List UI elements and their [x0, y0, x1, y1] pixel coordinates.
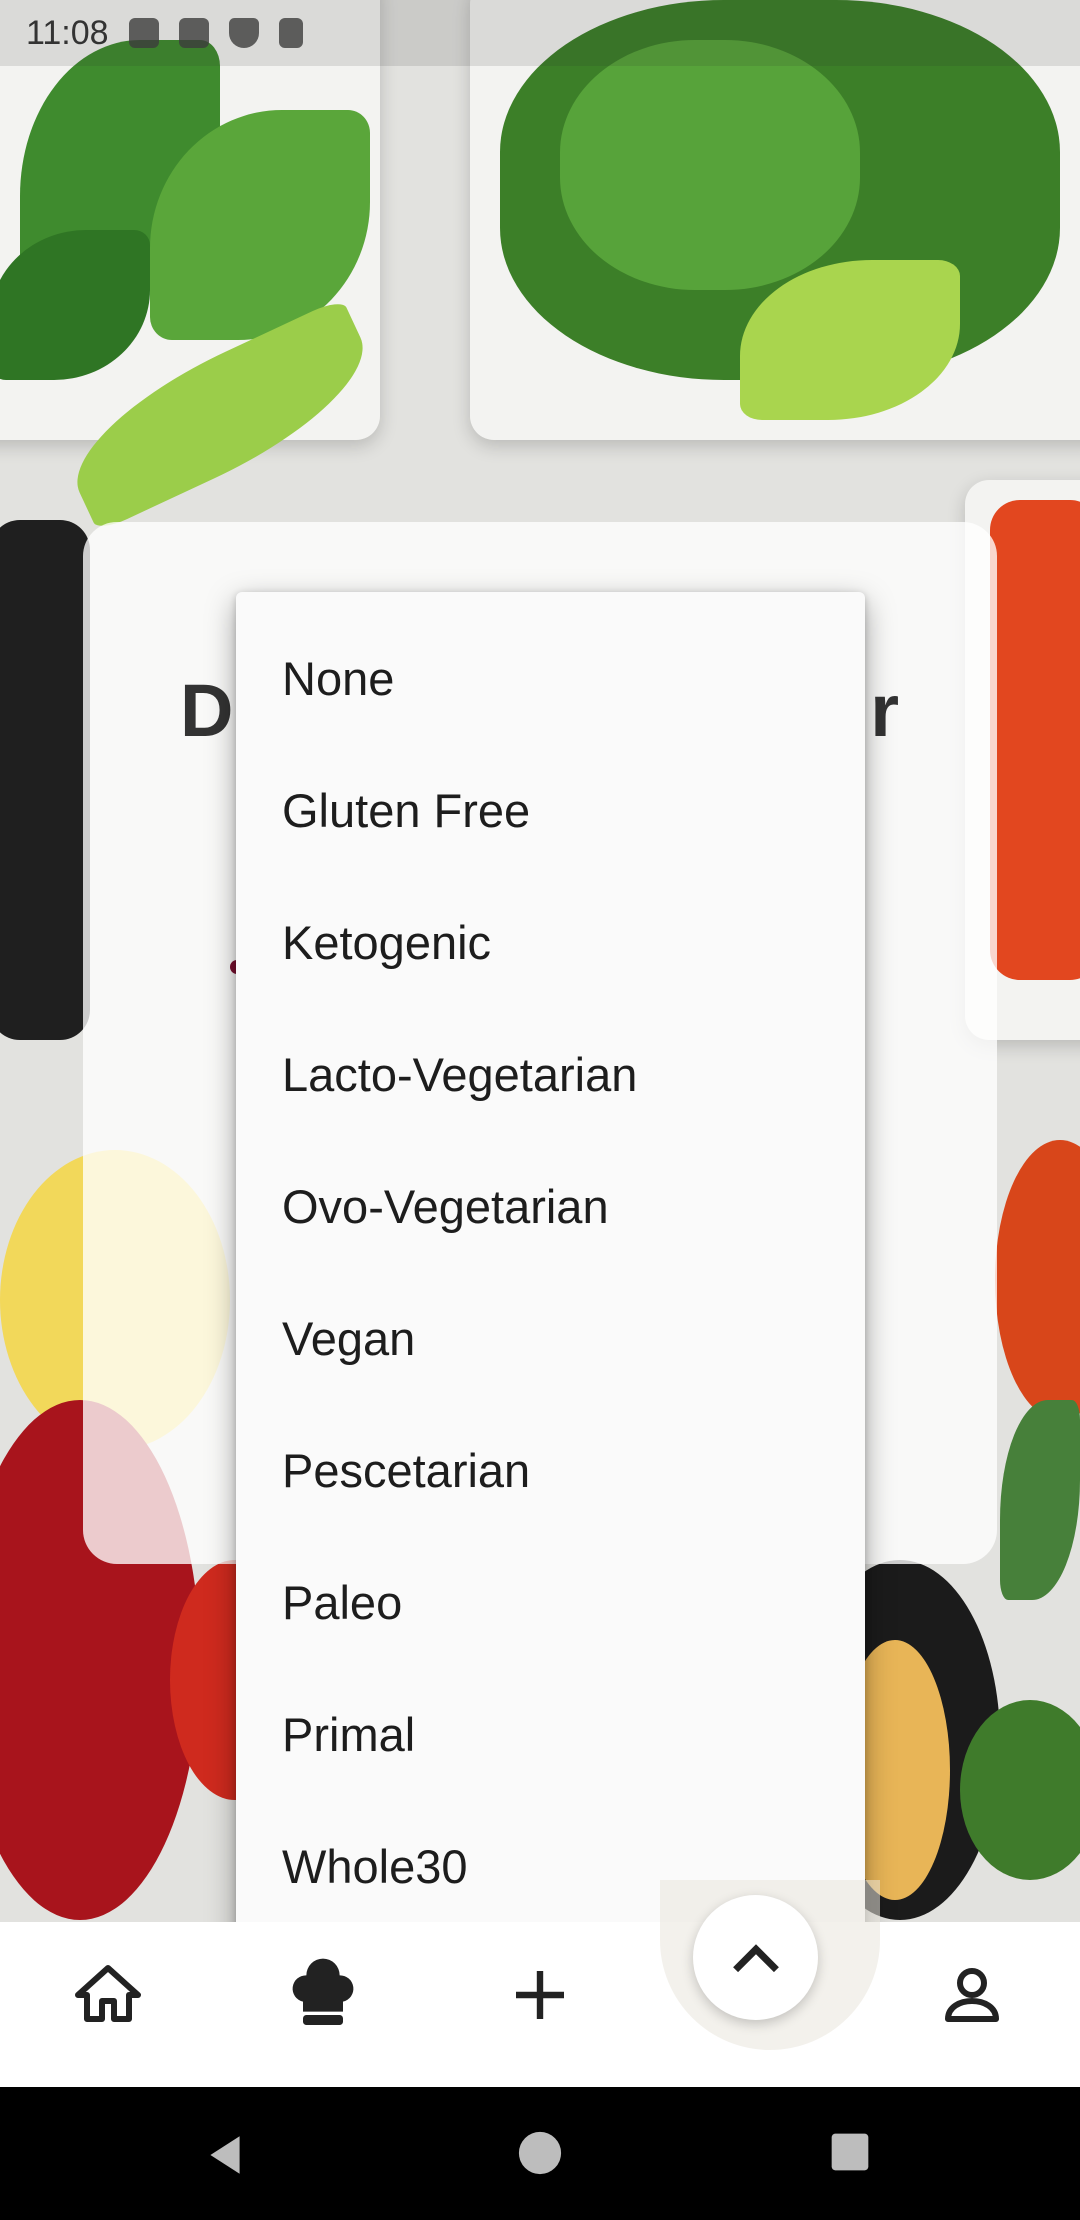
dropdown-option-pescetarian[interactable]: Pescetarian: [236, 1404, 865, 1536]
add-icon[interactable]: [500, 1955, 580, 2035]
chef-hat-icon[interactable]: [283, 1955, 363, 2035]
dropdown-option-vegan[interactable]: Vegan: [236, 1272, 865, 1404]
expand-up-icon[interactable]: [693, 1895, 818, 2020]
gmail-icon: [178, 18, 209, 48]
status-bar: 11:08: [0, 0, 1080, 66]
dropdown-option-primal[interactable]: Primal: [236, 1668, 865, 1800]
dropdown-option-paleo[interactable]: Paleo: [236, 1536, 865, 1668]
gear-icon: [128, 18, 159, 48]
diet-dropdown-menu: None Gluten Free Ketogenic Lacto-Vegetar…: [236, 592, 865, 1956]
recents-icon[interactable]: [828, 2130, 872, 2179]
shield-icon: [228, 18, 259, 48]
dropdown-option-ovo-vegetarian[interactable]: Ovo-Vegetarian: [236, 1140, 865, 1272]
home-circle-icon[interactable]: [517, 2130, 563, 2181]
status-time: 11:08: [26, 13, 109, 52]
home-icon[interactable]: [68, 1955, 148, 2035]
back-icon[interactable]: [200, 2130, 250, 2185]
dialog-title-right: r: [870, 669, 900, 752]
dropdown-option-none[interactable]: None: [236, 612, 865, 744]
dropdown-option-ketogenic[interactable]: Ketogenic: [236, 876, 865, 1008]
profile-icon[interactable]: [932, 1955, 1012, 2035]
dialog-title-left: D: [180, 669, 235, 752]
sd-card-icon: [278, 18, 303, 48]
dropdown-option-lacto-vegetarian[interactable]: Lacto-Vegetarian: [236, 1008, 865, 1140]
dropdown-option-gluten-free[interactable]: Gluten Free: [236, 744, 865, 876]
